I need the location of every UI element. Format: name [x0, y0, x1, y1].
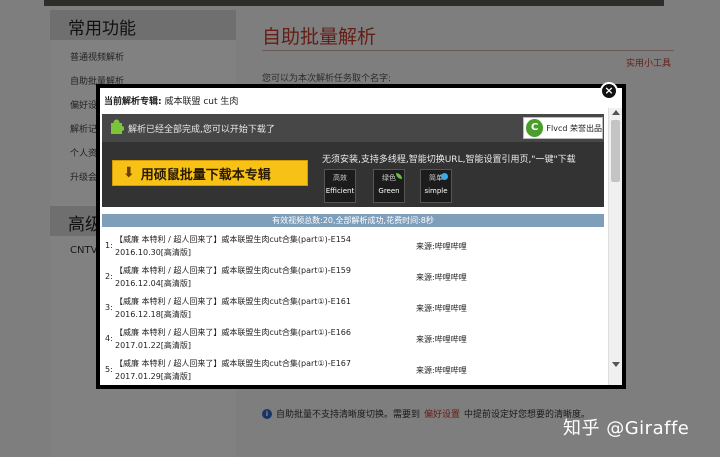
item-title: 【威廉 本特利 / 超人回来了】威本联盟生肉cut合集(part①)-E166 …	[115, 328, 351, 350]
close-icon[interactable]: ×	[600, 82, 618, 100]
video-list: 1: 【威廉 本特利 / 超人回来了】威本联盟生肉cut合集(part①)-E1…	[100, 231, 604, 385]
item-source: 来源:哔哩哔哩	[416, 273, 467, 282]
item-number: 5:	[105, 365, 113, 374]
item-title: 【威廉 本特利 / 超人回来了】威本联盟生肉cut合集(part①)-E167 …	[115, 359, 351, 381]
item-source: 来源:哔哩哔哩	[416, 335, 467, 344]
download-arrow-icon: ⬇	[123, 165, 135, 181]
item-title: 【威廉 本特利 / 超人回来了】威本联盟生肉cut合集(part①)-E159 …	[115, 266, 351, 288]
feature-green: 绿色 Green	[373, 169, 405, 203]
item-number: 4:	[105, 334, 113, 343]
item-source: 来源:哔哩哔哩	[416, 304, 467, 313]
list-item[interactable]: 4: 【威廉 本特利 / 超人回来了】威本联盟生肉cut合集(part①)-E1…	[100, 324, 604, 354]
item-source: 来源:哔哩哔哩	[416, 366, 467, 375]
item-title: 【威廉 本特利 / 超人回来了】威本联盟生肉cut合集(part①)-E161 …	[115, 297, 351, 319]
drop-icon	[441, 173, 448, 180]
album-bar: 当前解析专辑: 威本联盟 cut 生肉	[100, 88, 622, 112]
album-name: 威本联盟 cut 生肉	[164, 97, 239, 107]
flvcd-logo-icon: C	[526, 119, 544, 137]
feature-text: 无须安装,支持多线程,智能切换URL,智能设置引用页,"一键"下载	[322, 155, 576, 165]
feature-efficient-en: Efficient	[325, 187, 355, 195]
modal-content: 当前解析专辑: 威本联盟 cut 生肉 解析已经全部完成,您可以开始下载了 C …	[100, 88, 622, 385]
watermark: 知乎 @Giraffe	[563, 418, 690, 439]
scroll-down-icon[interactable]	[612, 362, 620, 367]
batch-download-label: 用硕鼠批量下载本专辑	[140, 167, 271, 183]
status-row: 解析已经全部完成,您可以开始下载了 C Flvcd 荣誉出品	[102, 114, 604, 142]
item-number: 1:	[105, 241, 113, 250]
list-item[interactable]: 2: 【威廉 本特利 / 超人回来了】威本联盟生肉cut合集(part①)-E1…	[100, 262, 604, 292]
album-label: 当前解析专辑:	[104, 97, 162, 107]
download-panel: 解析已经全部完成,您可以开始下载了 C Flvcd 荣誉出品 ⬇ 用硕鼠批量下载…	[102, 114, 604, 207]
feature-efficient-zh: 高效	[333, 174, 347, 182]
item-source: 来源:哔哩哔哩	[416, 242, 467, 251]
feature-simple-en: simple	[424, 187, 448, 195]
flvcd-badge[interactable]: C Flvcd 荣誉出品	[523, 117, 603, 139]
item-title: 【威廉 本特利 / 超人回来了】威本联盟生肉cut合集(part①)-E154 …	[115, 235, 351, 257]
puzzle-icon	[111, 119, 124, 134]
item-number: 2:	[105, 272, 113, 281]
list-item[interactable]: 3: 【威廉 本特利 / 超人回来了】威本联盟生肉cut合集(part①)-E1…	[100, 293, 604, 323]
list-item[interactable]: 1: 【威廉 本特利 / 超人回来了】威本联盟生肉cut合集(part①)-E1…	[100, 231, 604, 261]
list-item[interactable]: 5: 【威廉 本特利 / 超人回来了】威本联盟生肉cut合集(part①)-E1…	[100, 355, 604, 385]
batch-download-button[interactable]: ⬇ 用硕鼠批量下载本专辑	[112, 160, 308, 186]
flvcd-badge-text: Flvcd 荣誉出品	[546, 123, 602, 133]
modal-scrollbar[interactable]	[608, 108, 622, 385]
feature-green-en: Green	[378, 187, 400, 195]
scroll-thumb[interactable]	[611, 120, 620, 182]
status-text: 解析已经全部完成,您可以开始下载了	[128, 125, 275, 135]
result-modal: 当前解析专辑: 威本联盟 cut 生肉 解析已经全部完成,您可以开始下载了 C …	[96, 84, 626, 389]
summary-bar: 有效视频总数:20,全部解析成功,花费时间:8秒	[102, 214, 604, 227]
item-number: 3:	[105, 303, 113, 312]
feature-simple: 简单 simple	[420, 169, 452, 203]
feature-efficient: 高效 Efficient	[324, 169, 356, 203]
scroll-up-icon[interactable]	[612, 110, 620, 115]
